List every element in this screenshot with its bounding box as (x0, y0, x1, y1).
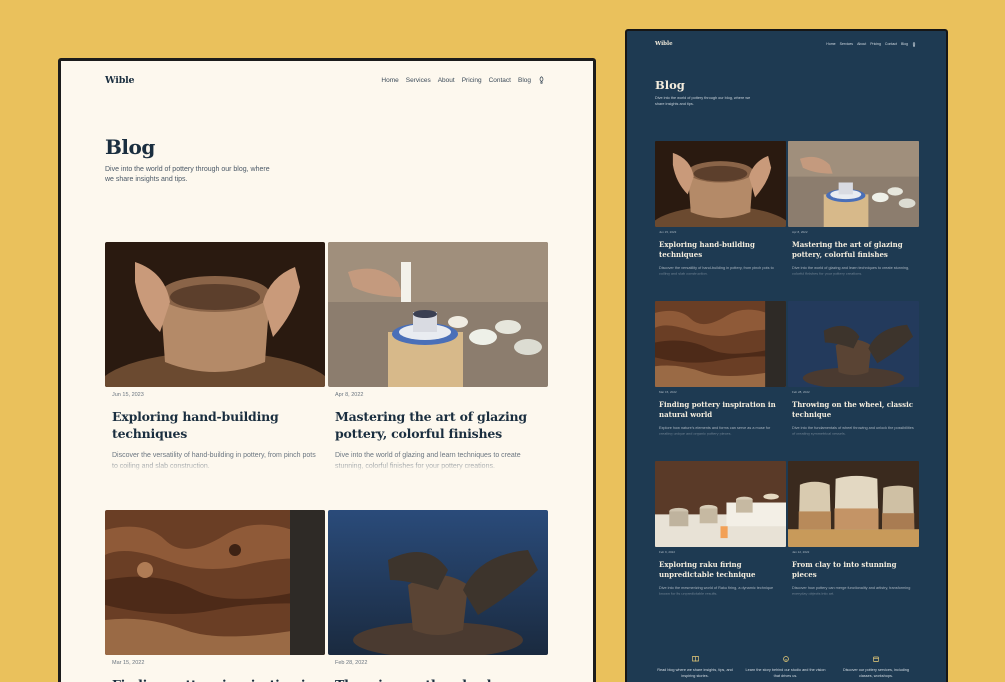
page-title: Blog (105, 135, 155, 159)
post-image[interactable] (655, 301, 786, 387)
post-card[interactable]: Jun 15, 2023 Exploring hand-building tec… (105, 242, 325, 472)
post-image[interactable] (105, 510, 325, 655)
top-nav: Wible Home Services About Pricing Contac… (105, 72, 545, 88)
post-card[interactable]: Feb 28, 2022 Throwing on the wheel, clas… (328, 510, 548, 682)
post-date: Mar 15, 2022 (659, 390, 677, 394)
post-image[interactable] (655, 141, 786, 227)
nav-home[interactable]: Home (381, 77, 398, 84)
book-icon (691, 656, 699, 662)
footer-item-blog[interactable]: Read blog where we share insights, tips,… (655, 656, 735, 679)
post-image[interactable] (788, 141, 919, 227)
post-image[interactable] (328, 510, 548, 655)
tree-bark-image (105, 510, 325, 655)
post-title[interactable]: Exploring hand-building techniques (659, 240, 782, 260)
nav-home[interactable]: Home (826, 42, 835, 46)
nav-pricing[interactable]: Pricing (462, 77, 482, 84)
footer-item-services[interactable]: Discover our pottery services, including… (836, 656, 916, 679)
feature-footer: Read blog where we share insights, tips,… (655, 656, 916, 679)
post-title[interactable]: Throwing on the wheel, classic technique (335, 677, 541, 682)
post-title[interactable]: Throwing on the wheel, classic technique (792, 400, 915, 420)
post-excerpt: Explore how nature's elements and forms … (659, 425, 782, 437)
smile-icon (782, 656, 789, 662)
nav-blog[interactable]: Blog (901, 42, 908, 46)
post-date: Feb 9, 2022 (659, 550, 676, 554)
post-image[interactable] (655, 461, 786, 547)
glazing-table-image (788, 141, 919, 227)
nav-links: Home Services About Pricing Contact Blog (381, 76, 545, 84)
nav-links: Home Services About Pricing Contact Blog (826, 41, 916, 47)
footer-text: Learn the story behind our studio and th… (745, 668, 826, 678)
post-date: Apr 8, 2022 (335, 392, 364, 398)
light-page-preview: Wible Home Services About Pricing Contac… (58, 58, 596, 682)
page-title: Blog (655, 78, 685, 92)
post-date: Feb 28, 2022 (792, 390, 810, 394)
raku-cups-image (655, 461, 786, 547)
post-title[interactable]: Finding pottery inspiration in natural w… (659, 400, 782, 420)
post-card[interactable]: Mar 15, 2022 Finding pottery inspiration… (105, 510, 325, 682)
post-date: Jan 12, 2022 (792, 550, 810, 554)
post-title[interactable]: Mastering the art of glazing pottery, co… (335, 409, 541, 442)
post-card[interactable]: Jun 15, 2023 Exploring hand-building tec… (655, 141, 786, 277)
tree-bark-image (655, 301, 786, 387)
page-subtitle: Dive into the world of pottery through o… (105, 166, 270, 183)
post-date: Feb 28, 2022 (335, 660, 368, 666)
post-excerpt: Dive into the world of glazing and learn… (792, 265, 915, 277)
clay-jars-image (788, 461, 919, 547)
post-date: Mar 15, 2022 (112, 660, 145, 666)
nav-pricing[interactable]: Pricing (870, 42, 881, 46)
post-excerpt: Dive into the mesmerizing world of Raku … (659, 585, 782, 597)
post-image[interactable] (788, 461, 919, 547)
brand-logo[interactable]: Wible (105, 75, 135, 86)
post-card[interactable]: Apr 8, 2022 Mastering the art of glazing… (328, 242, 548, 472)
post-excerpt: Dive into the world of glazing and learn… (335, 451, 541, 472)
wheel-throwing-image (328, 510, 548, 655)
dark-page-preview: Wible Home Services About Pricing Contac… (625, 29, 948, 682)
wheel-throwing-image (788, 301, 919, 387)
post-date: Apr 8, 2022 (792, 230, 808, 234)
hands-shaping-pot-image (655, 141, 786, 227)
post-card[interactable]: Jan 12, 2022 From clay to into stunning … (788, 461, 919, 597)
nav-contact[interactable]: Contact (885, 42, 897, 46)
nav-about[interactable]: About (438, 77, 455, 84)
nav-services[interactable]: Services (840, 42, 853, 46)
post-card[interactable]: Mar 15, 2022 Finding pottery inspiration… (655, 301, 786, 437)
post-excerpt: Discover how pottery can merge functiona… (792, 585, 915, 597)
post-image[interactable] (105, 242, 325, 387)
footer-text: Read blog where we share insights, tips,… (657, 668, 733, 678)
brand-logo[interactable]: Wible (655, 41, 673, 47)
page-subtitle: Dive into the world of pottery through o… (655, 96, 751, 106)
post-image[interactable] (328, 242, 548, 387)
nav-services[interactable]: Services (406, 77, 431, 84)
glazing-table-image (328, 242, 548, 387)
post-date: Jun 15, 2023 (112, 392, 144, 398)
post-title[interactable]: Exploring raku firing unpredictable tech… (659, 560, 782, 580)
post-excerpt: Dive into the fundamentals of wheel thro… (792, 426, 915, 437)
post-card[interactable]: Apr 8, 2022 Mastering the art of glazing… (788, 141, 919, 277)
box-icon (873, 656, 879, 662)
footer-text: Discover our pottery services, including… (842, 668, 910, 678)
theme-toggle-icon[interactable] (912, 41, 916, 47)
post-image[interactable] (788, 301, 919, 387)
post-title[interactable]: Exploring hand-building techniques (112, 409, 318, 442)
post-card[interactable]: Feb 9, 2022 Exploring raku firing unpred… (655, 461, 786, 597)
post-excerpt: Discover the versatility of hand-buildin… (659, 265, 782, 277)
post-card[interactable]: Feb 28, 2022 Throwing on the wheel, clas… (788, 301, 919, 437)
post-title[interactable]: Mastering the art of glazing pottery, co… (792, 240, 915, 260)
footer-item-about[interactable]: Learn the story behind our studio and th… (746, 656, 826, 679)
post-excerpt: Discover the versatility of hand-buildin… (112, 451, 318, 472)
post-title[interactable]: Finding pottery inspiration in natural w… (112, 677, 318, 682)
hands-shaping-pot-image (105, 242, 325, 387)
theme-toggle-icon[interactable] (538, 76, 545, 84)
post-date: Jun 15, 2023 (659, 230, 677, 234)
nav-blog[interactable]: Blog (518, 77, 531, 84)
top-nav: Wible Home Services About Pricing Contac… (655, 39, 916, 49)
nav-about[interactable]: About (857, 42, 866, 46)
nav-contact[interactable]: Contact (489, 77, 511, 84)
post-title[interactable]: From clay to into stunning pieces (792, 560, 915, 580)
